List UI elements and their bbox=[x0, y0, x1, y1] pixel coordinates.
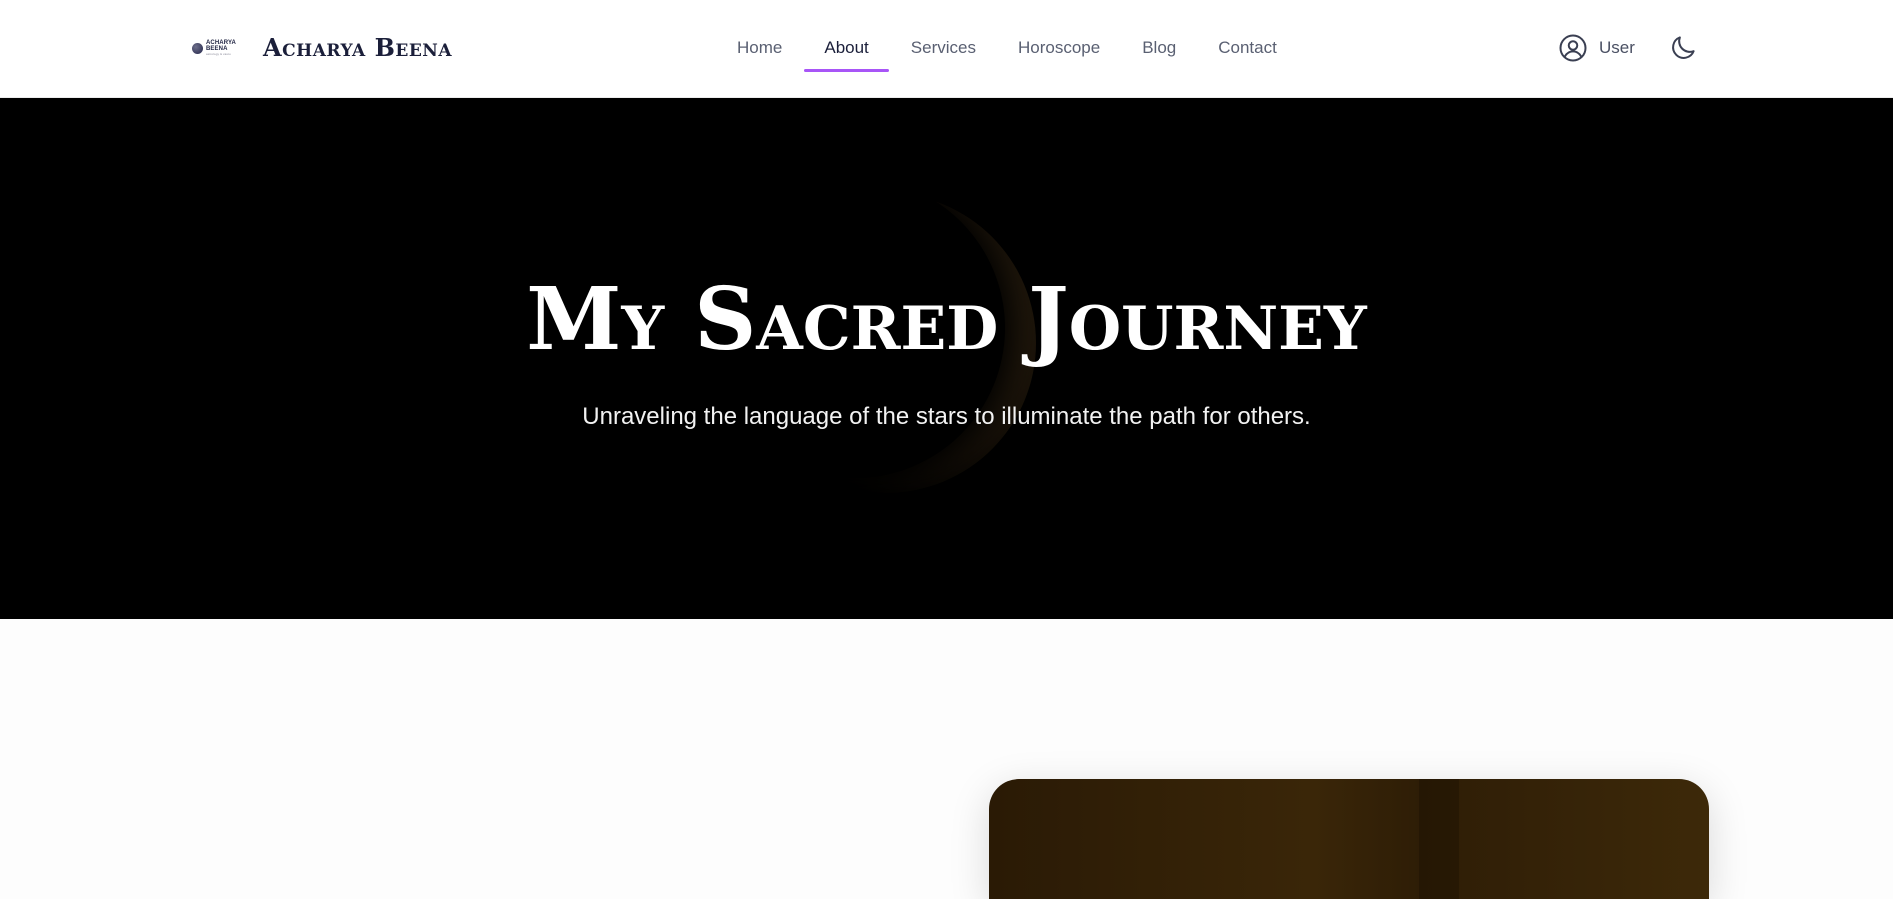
main-nav: Home About Services Horoscope Blog Conta… bbox=[716, 28, 1298, 72]
nav-item-services[interactable]: Services bbox=[890, 28, 997, 72]
hero-section: My Sacred Journey Unraveling the languag… bbox=[0, 98, 1893, 619]
portrait-photo bbox=[989, 779, 1709, 899]
theme-toggle-button[interactable] bbox=[1668, 33, 1698, 63]
logo-tagline: astrology & vastu bbox=[206, 52, 231, 56]
user-label: User bbox=[1599, 38, 1635, 57]
nav-item-home[interactable]: Home bbox=[716, 28, 803, 72]
nav-item-blog[interactable]: Blog bbox=[1121, 28, 1197, 72]
site-header: ACHARYA BEENA astrology & vastu Acharya … bbox=[0, 0, 1893, 98]
nav-item-contact[interactable]: Contact bbox=[1197, 28, 1298, 72]
hero-title: My Sacred Journey bbox=[526, 269, 1367, 370]
logo-globe-icon bbox=[192, 42, 203, 54]
moon-icon bbox=[1672, 36, 1695, 59]
user-circle-icon bbox=[1559, 34, 1587, 62]
logo[interactable]: ACHARYA BEENA astrology & vastu bbox=[192, 38, 244, 58]
user-button[interactable]: User bbox=[1558, 32, 1635, 64]
nav-item-horoscope[interactable]: Horoscope bbox=[997, 28, 1121, 72]
hero-subtitle: Unraveling the language of the stars to … bbox=[582, 403, 1311, 430]
logo-text: ACHARYA BEENA astrology & vastu bbox=[206, 40, 236, 56]
nav-item-about[interactable]: About bbox=[803, 28, 890, 72]
brand-name[interactable]: Acharya Beena bbox=[263, 31, 452, 65]
